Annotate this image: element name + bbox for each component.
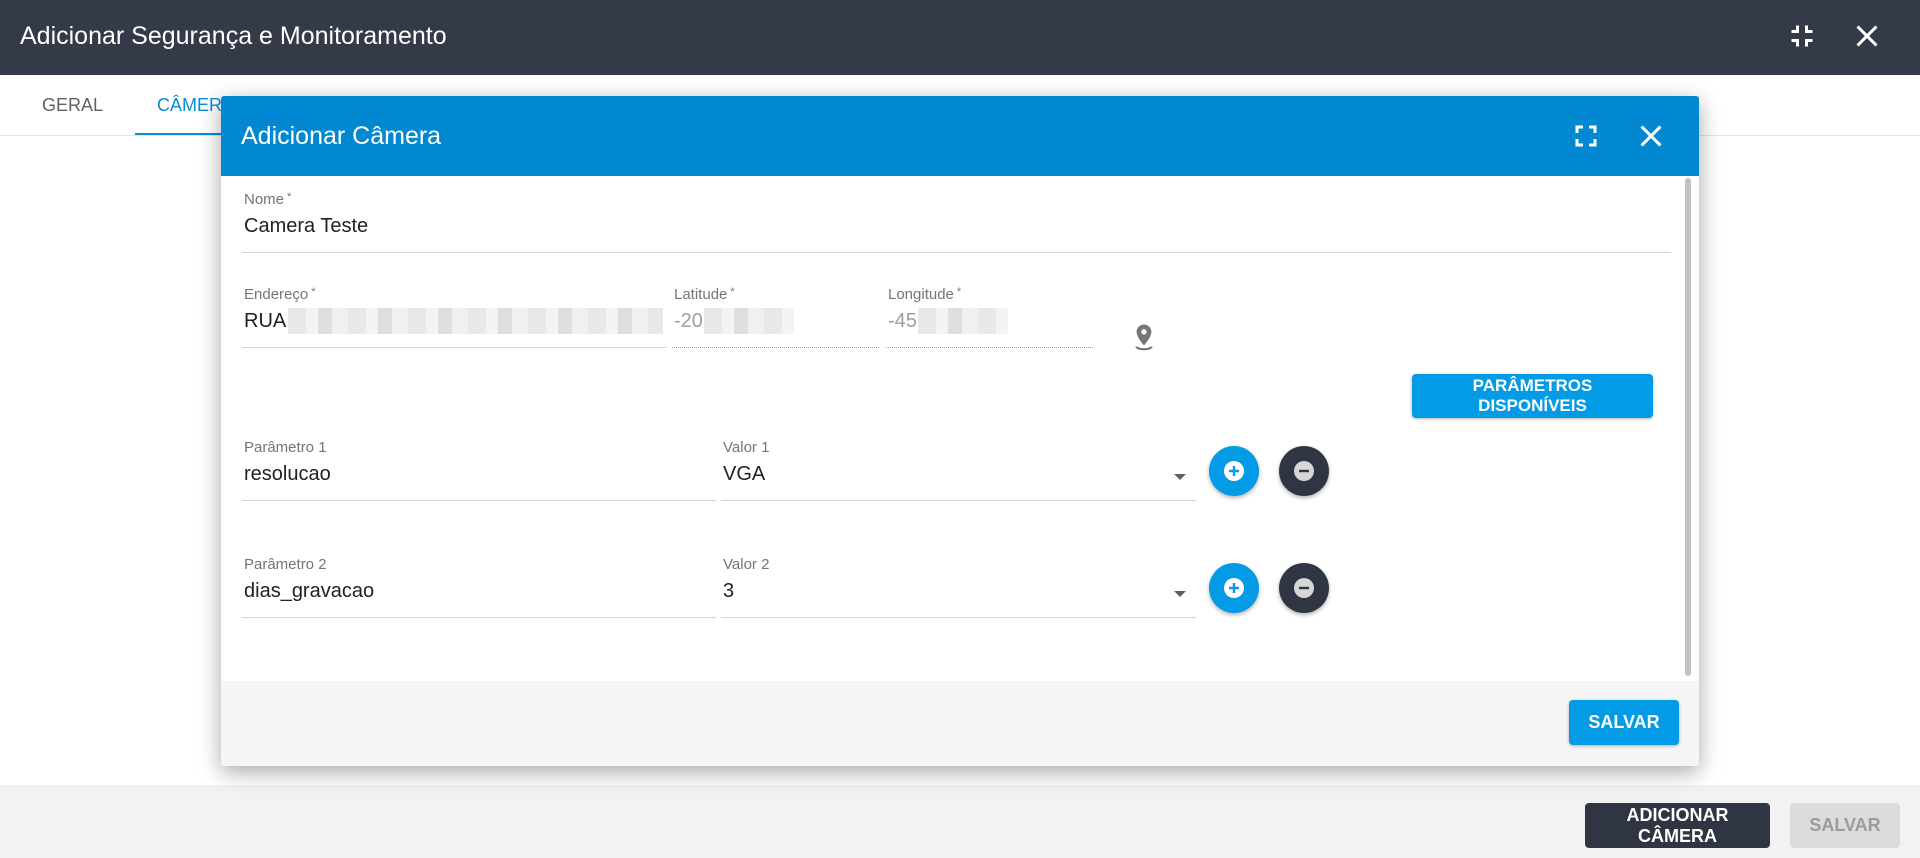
latitude-value: -20: [674, 310, 703, 332]
add-parameter-2-button[interactable]: [1209, 563, 1259, 613]
window-save-button[interactable]: SALVAR: [1790, 803, 1900, 848]
parameter-2-field[interactable]: Parâmetro 2 dias_gravacao: [242, 556, 716, 618]
map-pin-icon[interactable]: [1129, 322, 1159, 354]
value-1-selected: VGA: [723, 463, 766, 485]
longitude-value: -45: [888, 310, 917, 332]
window-header: Adicionar Segurança e Monitoramento: [0, 0, 1920, 75]
latitude-label: Latitude *: [674, 286, 735, 303]
add-camera-button[interactable]: ADICIONAR CÂMERA: [1585, 803, 1770, 848]
longitude-label: Longitude *: [888, 286, 962, 303]
dialog-title: Adicionar Câmera: [241, 122, 442, 150]
parameter-1-field[interactable]: Parâmetro 1 resolucao: [242, 439, 716, 501]
add-parameter-1-button[interactable]: [1209, 446, 1259, 496]
dialog-scrollbar[interactable]: [1685, 178, 1691, 676]
nome-underline: [242, 252, 1671, 253]
longitude-field[interactable]: Longitude * -45: [886, 286, 1093, 348]
parameter-2-label: Parâmetro 2: [244, 556, 327, 573]
dialog-save-button[interactable]: SALVAR: [1569, 700, 1679, 745]
dialog-body: Nome * Camera Teste Endereço * RUA Latitud…: [221, 176, 1699, 681]
latitude-underline: [672, 347, 879, 348]
parameter-2-value: dias_gravacao: [244, 580, 375, 602]
value-1-underline: [721, 500, 1196, 501]
value-1-select[interactable]: Valor 1 VGA: [721, 439, 1196, 501]
parameter-2-underline: [242, 617, 716, 618]
longitude-underline: [886, 347, 1093, 348]
nome-label: Nome *: [244, 191, 292, 208]
chevron-down-icon: [1174, 591, 1186, 597]
remove-parameter-2-button[interactable]: [1279, 563, 1329, 613]
window-close-icon[interactable]: [1849, 18, 1885, 54]
value-1-label: Valor 1: [723, 439, 770, 456]
dialog-footer: SALVAR: [221, 681, 1699, 766]
endereco-field[interactable]: Endereço * RUA: [242, 286, 667, 348]
add-camera-dialog: Adicionar Câmera Nome * Camera Teste Ende…: [221, 96, 1699, 766]
redacted-latitude: [704, 308, 794, 334]
value-2-label: Valor 2: [723, 556, 770, 573]
available-parameters-button[interactable]: PARÂMETROS DISPONÍVEIS: [1412, 374, 1653, 418]
nome-value: Camera Teste: [244, 215, 369, 237]
parameter-1-value: resolucao: [244, 463, 331, 485]
window-title: Adicionar Segurança e Monitoramento: [20, 22, 447, 50]
value-2-select[interactable]: Valor 2 3: [721, 556, 1196, 618]
endereco-label: Endereço *: [244, 286, 316, 303]
value-2-underline: [721, 617, 1196, 618]
dialog-header: Adicionar Câmera: [221, 96, 1699, 176]
endereco-value: RUA: [244, 310, 287, 332]
value-2-selected: 3: [723, 580, 735, 602]
remove-parameter-1-button[interactable]: [1279, 446, 1329, 496]
add-circle-icon: [1224, 461, 1244, 481]
remove-circle-icon: [1294, 461, 1314, 481]
dialog-close-icon[interactable]: [1633, 118, 1669, 154]
parameter-1-label: Parâmetro 1: [244, 439, 327, 456]
add-circle-icon: [1224, 578, 1244, 598]
remove-circle-icon: [1294, 578, 1314, 598]
latitude-field[interactable]: Latitude * -20: [672, 286, 879, 348]
redacted-address: [288, 308, 663, 334]
redacted-longitude: [918, 308, 1008, 334]
parameter-1-underline: [242, 500, 716, 501]
fullscreen-icon[interactable]: [1568, 118, 1604, 154]
tab-geral[interactable]: GERAL: [20, 75, 125, 135]
chevron-down-icon: [1174, 474, 1186, 480]
nome-field[interactable]: Nome * Camera Teste: [242, 191, 1671, 253]
exit-fullscreen-icon[interactable]: [1784, 18, 1820, 54]
endereco-underline: [242, 347, 667, 348]
